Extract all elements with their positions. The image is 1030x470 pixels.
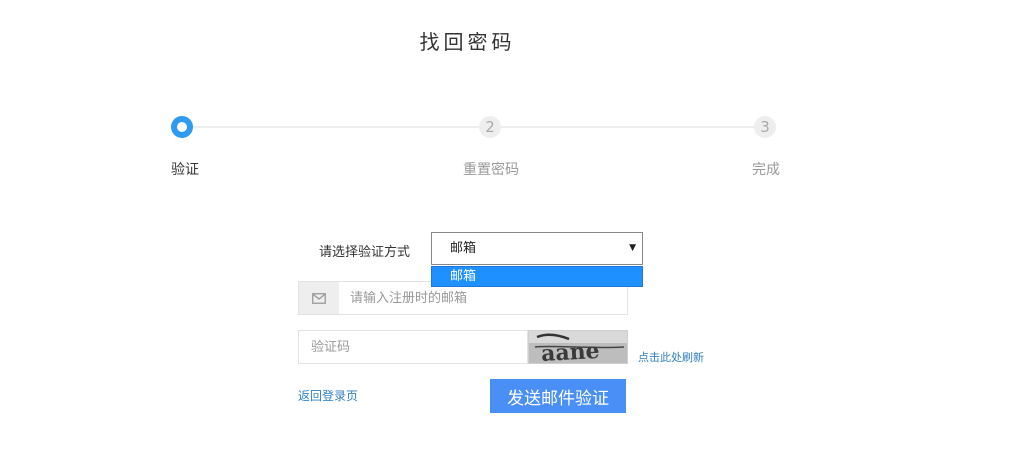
svg-text:aane: aane bbox=[540, 338, 600, 364]
back-to-login-link[interactable]: 返回登录页 bbox=[298, 387, 358, 404]
captcha-image[interactable]: aane bbox=[528, 330, 628, 364]
step-2-indicator: 2 bbox=[479, 116, 501, 138]
email-addon bbox=[299, 282, 339, 314]
step-1-dot bbox=[179, 124, 185, 130]
step-connector-2 bbox=[501, 126, 754, 128]
step-2-label: 重置密码 bbox=[463, 162, 519, 178]
step-connector-1 bbox=[193, 126, 479, 128]
page-title: 找回密码 bbox=[419, 30, 516, 54]
step-1-indicator bbox=[171, 116, 193, 138]
step-3-indicator: 3 bbox=[754, 116, 776, 138]
captcha-graphic: aane bbox=[529, 331, 627, 364]
caret-down-icon: ▼ bbox=[629, 243, 636, 253]
verify-method-selected-value: 邮箱 bbox=[450, 241, 477, 256]
envelope-icon bbox=[312, 292, 326, 304]
find-password-page: 找回密码 2 3 验证 重置密码 完成 请选择验证方式 邮箱 ▼ 邮箱 bbox=[0, 0, 1030, 470]
verify-method-label: 请选择验证方式 bbox=[319, 245, 411, 260]
step-3-label: 完成 bbox=[752, 162, 780, 178]
verify-method-dropdown: 邮箱 bbox=[431, 266, 643, 287]
refresh-captcha-link[interactable]: 点击此处刷新 bbox=[638, 349, 704, 365]
step-1-label: 验证 bbox=[171, 162, 199, 178]
captcha-input[interactable] bbox=[298, 330, 528, 364]
send-email-verification-button[interactable]: 发送邮件验证 bbox=[490, 379, 626, 413]
dropdown-option-email[interactable]: 邮箱 bbox=[432, 267, 642, 286]
verify-method-select[interactable]: 邮箱 ▼ bbox=[431, 232, 643, 265]
